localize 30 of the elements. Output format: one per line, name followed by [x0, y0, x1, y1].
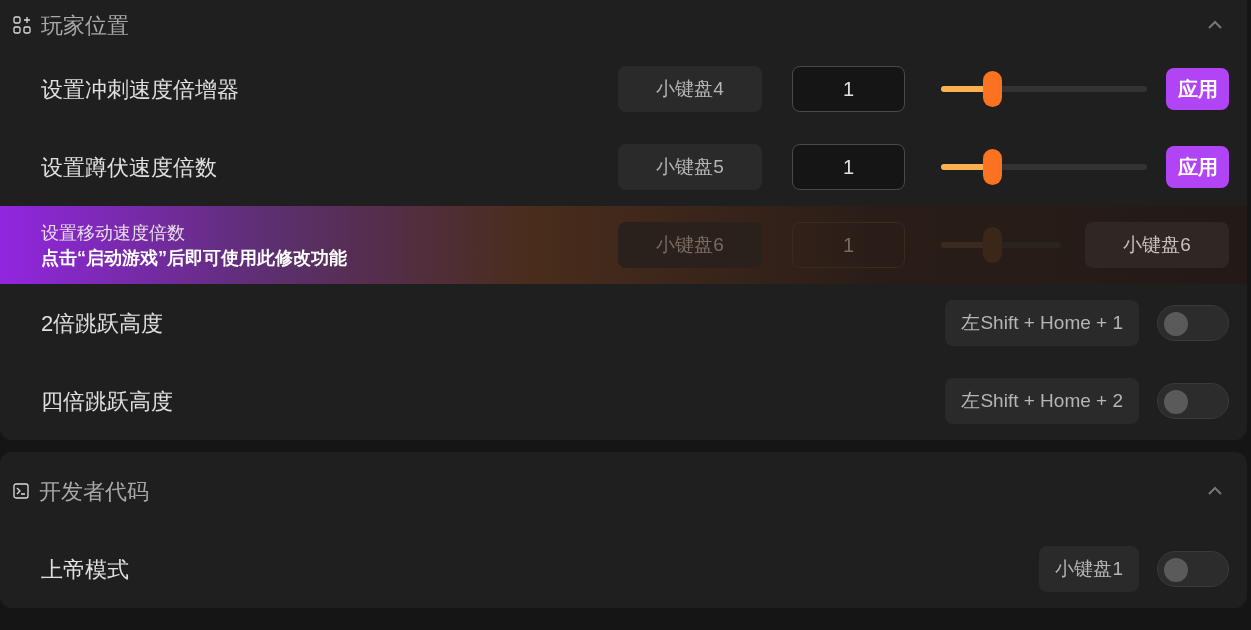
- setting-label: 四倍跳跃高度: [41, 387, 174, 416]
- toggle-switch[interactable]: [1157, 551, 1229, 587]
- slider[interactable]: [941, 71, 1147, 107]
- hotkey-button[interactable]: 小键盘4: [618, 66, 762, 112]
- section-title: 开发者代码: [39, 477, 150, 506]
- setting-label: 2倍跳跃高度: [41, 309, 165, 338]
- hotkey-button[interactable]: 小键盘1: [1039, 546, 1139, 592]
- setting-label: 上帝模式: [41, 555, 130, 584]
- value-field[interactable]: 1: [792, 144, 905, 190]
- section-title: 玩家位置: [41, 11, 130, 40]
- hotkey-button[interactable]: 小键盘5: [618, 144, 762, 190]
- toggle-switch[interactable]: [1157, 383, 1229, 419]
- hotkey-button[interactable]: 左Shift + Home + 1: [945, 300, 1139, 346]
- slider-thumb[interactable]: [982, 149, 1002, 185]
- collapse-icon[interactable]: [1207, 20, 1223, 30]
- terminal-icon: [13, 483, 29, 499]
- slider[interactable]: [941, 149, 1147, 185]
- hotkey-button[interactable]: 左Shift + Home + 2: [945, 378, 1139, 424]
- setting-label: 设置移动速度倍数: [41, 222, 186, 245]
- apps-icon: [13, 16, 31, 34]
- apply-button[interactable]: 应用: [1166, 68, 1229, 110]
- value-field[interactable]: 1: [792, 66, 905, 112]
- toggle-switch[interactable]: [1157, 305, 1229, 341]
- collapse-icon[interactable]: [1207, 486, 1223, 496]
- hotkey-button[interactable]: 小键盘6: [1085, 222, 1229, 268]
- setting-label: 设置蹲伏速度倍数: [41, 153, 218, 182]
- setting-label: 设置冲刺速度倍增器: [41, 75, 240, 104]
- apply-button[interactable]: 应用: [1166, 146, 1229, 188]
- slider-thumb[interactable]: [982, 71, 1002, 107]
- locked-message: 点击“启动游戏”后即可使用此修改功能: [41, 247, 348, 270]
